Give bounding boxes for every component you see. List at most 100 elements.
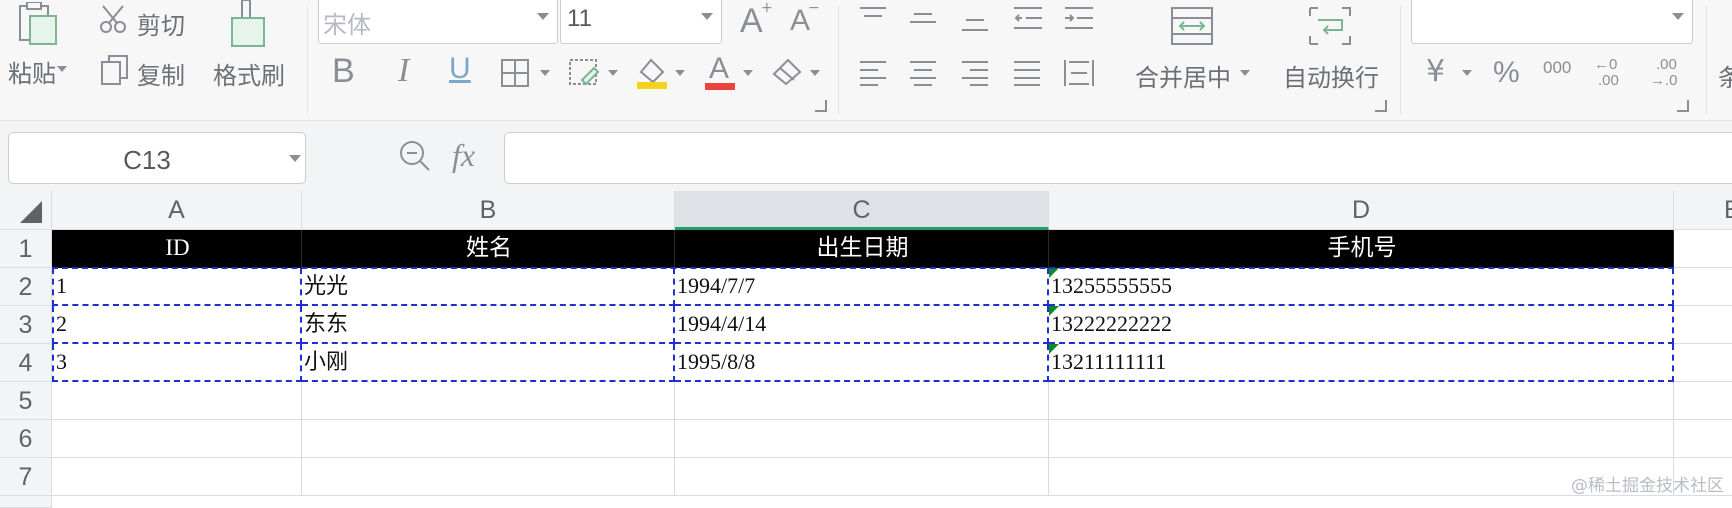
chevron-down-icon[interactable] [1240,70,1250,76]
font-dialog-launcher-icon[interactable] [815,100,827,112]
paste-button[interactable]: 粘贴 [8,54,56,89]
italic-button[interactable]: I [398,52,409,90]
wrap-text-button[interactable]: 自动换行 [1283,58,1379,93]
cell-b2[interactable]: 光光 [302,268,675,306]
paste-icon[interactable] [18,1,58,46]
align-right-icon[interactable] [960,60,990,86]
cell-b6[interactable] [302,420,675,458]
underline-button[interactable]: U [449,52,471,86]
name-box[interactable]: C13 [8,132,306,184]
row-header-6[interactable]: 6 [0,420,52,458]
zoom-search-icon[interactable] [398,139,432,173]
cell-d2[interactable]: 13255555555 [1049,268,1674,306]
row-header-1[interactable]: 1 [0,230,52,268]
number-format-combo[interactable] [1411,0,1693,44]
cell-c3[interactable]: 1994/4/14 [675,306,1049,344]
increase-decimal-icon[interactable]: ←0 .00 [1594,56,1634,92]
formula-input[interactable] [504,132,1732,184]
align-middle-icon[interactable] [908,10,938,30]
row-header-5[interactable]: 5 [0,382,52,420]
cell-style-icon[interactable] [568,58,600,88]
cell-d4[interactable]: 13211111111 [1049,344,1674,382]
chevron-down-icon[interactable] [608,70,618,76]
column-header-e[interactable]: E [1674,191,1732,230]
cell-b7[interactable] [302,458,675,496]
chevron-down-icon[interactable] [810,70,820,76]
cell-e6[interactable] [1674,420,1732,458]
chevron-down-icon[interactable] [743,70,753,76]
cell-b5[interactable] [302,382,675,420]
chevron-down-icon[interactable] [675,70,685,76]
header-cell-id[interactable]: ID [52,230,302,268]
decrease-font-size-icon[interactable]: A [790,4,810,38]
wrap-text-icon[interactable] [1308,6,1352,46]
fill-color-icon[interactable] [635,54,669,90]
clear-format-icon[interactable] [770,56,804,86]
cell-c4[interactable]: 1995/8/8 [675,344,1049,382]
cell-a3[interactable]: 2 [52,306,302,344]
fx-icon[interactable]: fx [452,137,475,174]
column-header-c[interactable]: C [675,191,1049,230]
next-group-label-partial[interactable]: 条 [1718,58,1732,93]
increase-font-size-icon[interactable]: A [740,2,763,41]
font-name-combo[interactable]: 宋体 [318,0,558,44]
thousands-separator-icon[interactable]: 000 [1543,58,1571,78]
cell-d6[interactable] [1049,420,1674,458]
format-painter-button[interactable]: 格式刷 [213,56,285,91]
chevron-down-icon[interactable] [701,13,713,20]
cut-button[interactable]: 剪切 [137,6,185,41]
header-cell-name[interactable]: 姓名 [302,230,675,268]
cell-e1[interactable] [1674,230,1732,268]
decrease-indent-icon[interactable] [1012,6,1044,32]
font-size-combo[interactable]: 11 [560,0,722,44]
column-header-b[interactable]: B [302,191,675,230]
cell-b3[interactable]: 东东 [302,306,675,344]
cell-a5[interactable] [52,382,302,420]
distributed-align-icon[interactable] [1063,58,1095,88]
format-painter-icon[interactable] [228,0,268,48]
chevron-down-icon[interactable] [537,13,549,20]
cell-e2[interactable] [1674,268,1732,306]
merge-center-button[interactable]: 合并居中 [1135,58,1231,93]
cell-c5[interactable] [675,382,1049,420]
alignment-dialog-launcher-icon[interactable] [1375,100,1387,112]
row-header-2[interactable]: 2 [0,268,52,306]
row-header-3[interactable]: 3 [0,306,52,344]
cell-e4[interactable] [1674,344,1732,382]
row-header-7[interactable]: 7 [0,458,52,496]
cell-a7[interactable] [52,458,302,496]
cell-e5[interactable] [1674,382,1732,420]
chevron-down-icon[interactable] [540,70,550,76]
number-dialog-launcher-icon[interactable] [1677,100,1689,112]
copy-icon[interactable] [100,54,130,86]
align-left-icon[interactable] [858,60,888,86]
cell-c6[interactable] [675,420,1049,458]
cell-c7[interactable] [675,458,1049,496]
decrease-decimal-icon[interactable]: .00 →.0 [1650,56,1690,92]
cell-b4[interactable]: 小刚 [302,344,675,382]
bold-button[interactable]: B [332,52,355,91]
font-color-icon[interactable]: A [703,52,737,90]
cut-icon[interactable] [99,4,127,34]
border-icon[interactable] [500,58,530,88]
chevron-down-icon[interactable] [1462,70,1472,76]
cell-c2[interactable]: 1994/7/7 [675,268,1049,306]
header-cell-phone[interactable]: 手机号 [1049,230,1674,268]
cell-d3[interactable]: 13222222222 [1049,306,1674,344]
merge-center-icon[interactable] [1170,6,1214,46]
cell-d5[interactable] [1049,382,1674,420]
paste-dropdown-caret[interactable] [57,66,67,72]
row-header-4[interactable]: 4 [0,344,52,382]
align-bottom-icon[interactable] [960,14,990,34]
align-center-icon[interactable] [908,60,938,86]
copy-button[interactable]: 复制 [137,56,185,91]
justify-icon[interactable] [1012,60,1042,86]
select-all-corner[interactable] [0,191,52,230]
header-cell-birthdate[interactable]: 出生日期 [675,230,1049,268]
percent-icon[interactable]: % [1493,56,1520,90]
chevron-down-icon[interactable] [1672,13,1684,20]
align-top-icon[interactable] [858,6,888,26]
column-header-a[interactable]: A [52,191,302,230]
cell-a2[interactable]: 1 [52,268,302,306]
cell-a6[interactable] [52,420,302,458]
